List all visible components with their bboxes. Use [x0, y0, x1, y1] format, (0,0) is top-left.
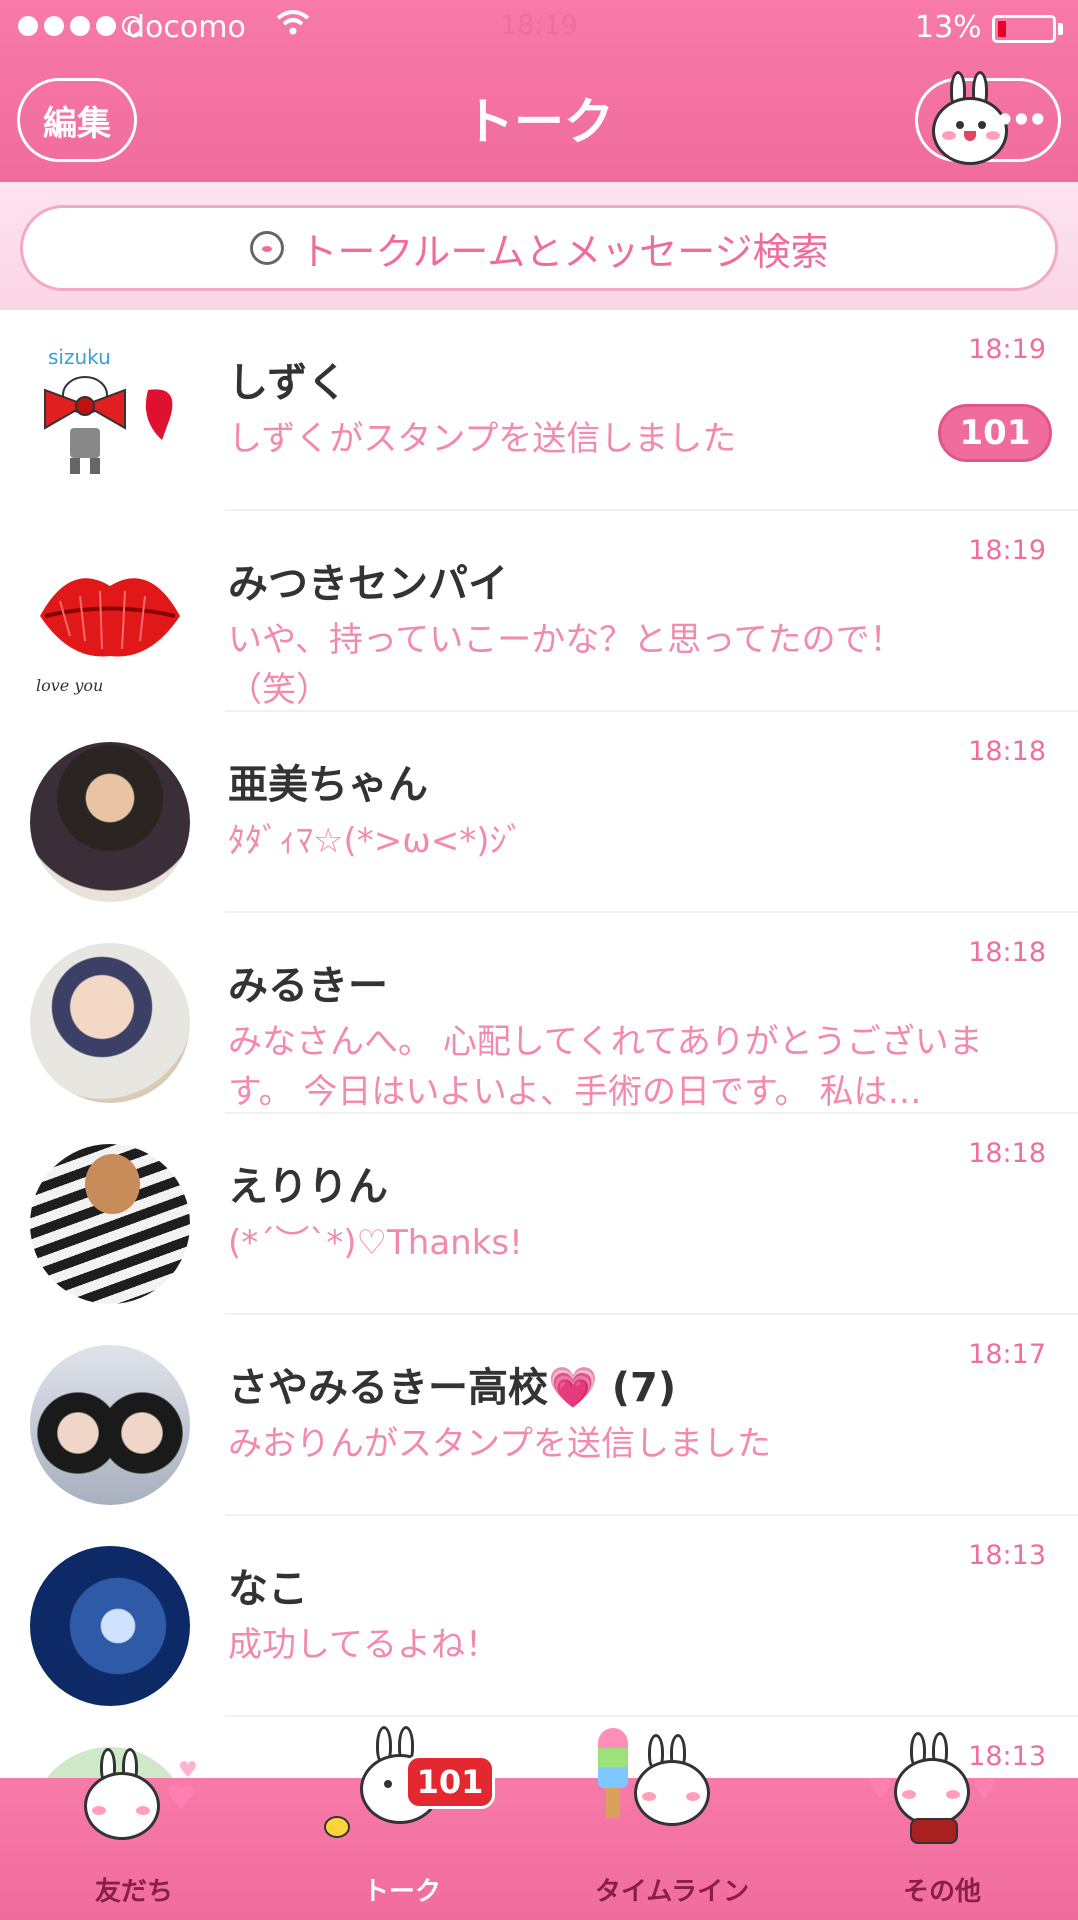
talk-row[interactable]: なこ 成功してるよね！ 18:13: [0, 1516, 1078, 1717]
tab-unread-badge: 101: [405, 1755, 495, 1809]
talk-name: さやみるきー高校💗 (7): [228, 1355, 676, 1413]
talk-preview: いや、持っていこーかな？と思ってたので！（笑）: [228, 620, 904, 710]
talk-time: 18:18: [968, 937, 1046, 968]
talk-preview: (*´︶`*)♡Thanks!: [228, 1223, 523, 1263]
tab-label: トーク: [362, 1877, 441, 1907]
avatar: love you: [30, 541, 190, 701]
talk-name: みつきセンパイ: [228, 561, 508, 607]
talk-preview: みなさんへ。 心配してくれてありがとうございます。 今日はいよいよ、手術の日です…: [228, 1022, 983, 1112]
bunny-search-icon: [249, 231, 284, 265]
search-input[interactable]: トークルームとメッセージ検索: [20, 205, 1058, 291]
battery-icon: [992, 15, 1056, 43]
talk-row[interactable]: love you みつきセンパイ いや、持っていこーかな？と思ってたので！（笑）…: [0, 511, 1078, 712]
avatar-caption: love you: [36, 676, 103, 695]
talk-row[interactable]: えりりん (*´︶`*)♡Thanks! 18:18: [0, 1114, 1078, 1315]
talk-time: 18:17: [968, 1339, 1046, 1370]
avatar: sizuku: [30, 340, 190, 500]
talk-preview: 成功してるよね！: [228, 1625, 499, 1665]
tab-friends[interactable]: ♥ ♥ 友だち: [34, 1748, 234, 1920]
talk-row[interactable]: さやみるきー高校💗 (7) みおりんがスタンプを送信しました 18:17: [0, 1315, 1078, 1516]
tab-label: その他: [902, 1877, 981, 1907]
more-options-button[interactable]: •••: [915, 71, 1061, 165]
talk-name: 亜美ちゃん: [228, 762, 428, 808]
tab-label: タイムライン: [594, 1877, 750, 1907]
more-bunny-icon: ♥ ♥: [868, 1732, 997, 1862]
member-count: (7): [611, 1365, 677, 1411]
talk-name: なこ: [228, 1566, 308, 1612]
talk-preview: しずくがスタンプを送信しました: [228, 419, 737, 459]
search-placeholder: トークルームとメッセージ検索: [299, 229, 829, 274]
tab-more[interactable]: ♥ ♥ その他: [842, 1732, 1042, 1920]
talk-time: 18:19: [968, 334, 1046, 365]
group-name: さやみるきー高校: [228, 1365, 548, 1411]
battery-tip: [1058, 23, 1063, 35]
tab-timeline[interactable]: タイムライン: [572, 1728, 772, 1920]
avatar: [30, 1345, 190, 1505]
talk-row[interactable]: 亜美ちゃん ﾀﾀﾞｨﾏ☆(*>ω<*)ｼﾞ 18:18: [0, 712, 1078, 913]
avatar: [30, 1144, 190, 1304]
friends-bunny-icon: ♥ ♥: [74, 1748, 204, 1858]
tab-bar: ♥ ♥ 友だち トーク タイムライン ♥ ♥ その他: [0, 1726, 1078, 1920]
talk-time: 18:18: [968, 1138, 1046, 1169]
tab-label: 友だち: [94, 1877, 173, 1907]
heart-icon: 💗: [548, 1365, 598, 1411]
talk-row[interactable]: sizuku しずく しずくがスタンプを送信しました 18:19 101: [0, 310, 1078, 511]
talk-preview: みおりんがスタンプを送信しました: [228, 1424, 771, 1464]
status-bar: docomo 18:19 13%: [0, 0, 1078, 58]
talk-name: みるきー: [228, 963, 388, 1009]
ellipsis-icon: •••: [994, 101, 1048, 139]
talk-time: 18:19: [968, 535, 1046, 566]
avatar: [30, 943, 190, 1103]
top-bar: docomo 18:19 13% 編集 トーク •••: [0, 0, 1078, 182]
avatar: [30, 1546, 190, 1706]
avatar-caption: sizuku: [48, 345, 111, 369]
talk-time: 18:13: [968, 1540, 1046, 1571]
avatar: [30, 742, 190, 902]
talk-row[interactable]: みるきー みなさんへ。 心配してくれてありがとうございます。 今日はいよいよ、手…: [0, 913, 1078, 1114]
talk-name: しずく: [228, 360, 348, 406]
unread-badge: 101: [938, 404, 1052, 462]
talk-preview: ﾀﾀﾞｨﾏ☆(*>ω<*)ｼﾞ: [228, 821, 524, 861]
battery-percent: 13%: [915, 10, 982, 45]
talk-time: 18:18: [968, 736, 1046, 767]
timeline-bunny-icon: [592, 1728, 732, 1858]
talk-name: えりりん: [228, 1164, 388, 1210]
